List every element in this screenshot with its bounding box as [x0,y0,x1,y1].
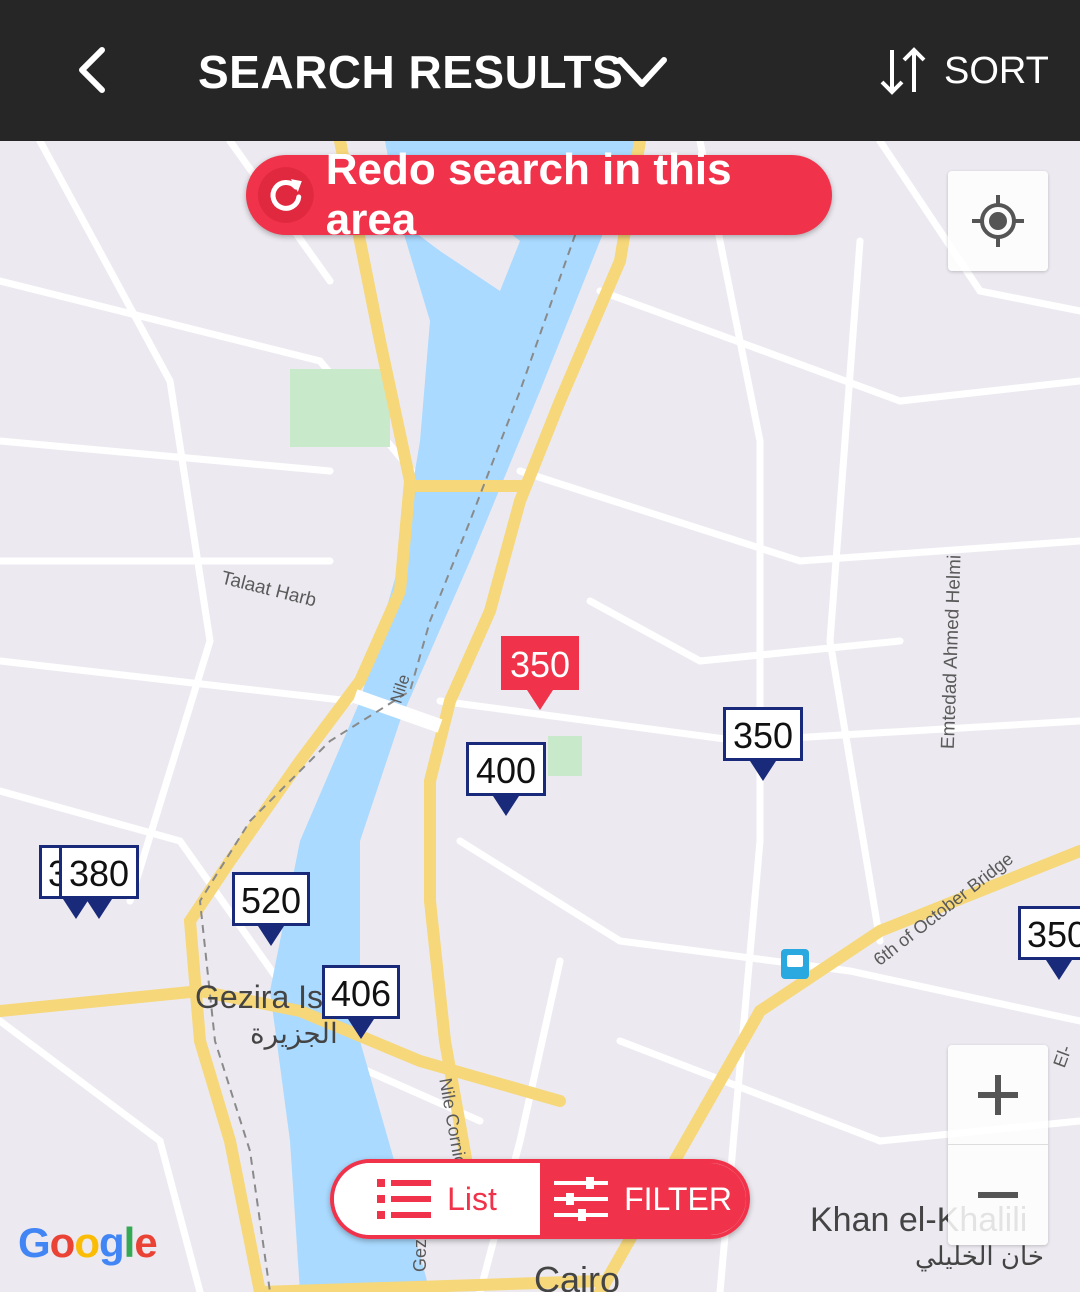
price-marker-label: 406 [322,965,400,1019]
price-marker-label: 350 [723,707,803,761]
map-view[interactable]: Talaat Harb Nile Emtedad Ahmed Helmi 6th… [0,141,1080,1292]
refresh-icon [257,167,314,223]
minus-icon [978,1192,1018,1198]
page-title[interactable]: SEARCH RESULTS [198,45,623,99]
price-marker-label: 380 [59,845,139,899]
my-location-button[interactable] [948,171,1048,271]
filter-label: FILTER [624,1180,732,1217]
list-view-button[interactable]: List [334,1163,540,1235]
price-marker[interactable]: 380 [59,845,139,919]
chevron-down-icon [617,57,667,87]
price-marker-pointer [493,796,519,816]
price-marker-pointer [86,899,112,919]
price-marker-pointer [258,926,284,946]
redo-search-button[interactable]: Redo search in this area [246,145,832,244]
price-marker-pointer [527,690,553,710]
price-marker[interactable]: 350 [1018,906,1080,980]
top-app-bar: SEARCH RESULTS SORT [0,0,1080,141]
zoom-controls [948,1045,1048,1245]
sort-arrows-icon [880,47,926,95]
sort-label: SORT [944,49,1049,92]
price-marker[interactable]: 406 [322,965,400,1039]
chevron-left-icon [79,47,105,93]
price-marker[interactable]: 350 [501,636,579,710]
zoom-out-button[interactable] [948,1145,1048,1245]
price-marker-pointer [348,1019,374,1039]
price-marker-label: 350 [1018,906,1080,960]
price-marker[interactable]: 400 [466,742,546,816]
street-label-gez: Gez [410,1238,431,1273]
my-location-icon [972,195,1024,247]
price-marker-pointer [750,761,776,781]
map-base[interactable] [0,141,1080,1292]
redo-search-label: Redo search in this area [325,145,732,244]
zoom-in-button[interactable] [948,1045,1048,1145]
area-label-khan-ar: خان الخليلي [915,1241,1044,1271]
sort-button[interactable]: SORT [876,44,1049,98]
list-icon [377,1179,432,1219]
price-marker-pointer [1046,960,1072,980]
google-logo: Google [18,1219,158,1266]
filter-button[interactable]: FILTER [540,1163,746,1235]
list-label: List [447,1180,497,1217]
price-marker[interactable]: 520 [232,872,310,946]
price-marker-label: 400 [466,742,546,796]
area-label-cairo: Cairo [534,1259,621,1292]
price-marker[interactable]: 350 [723,707,803,781]
title-dropdown-button[interactable] [612,48,672,98]
area-label-gezira: Gezira Is [195,979,324,1015]
plus-icon [978,1074,1018,1115]
sliders-icon [554,1177,609,1221]
price-marker-label: 350 [501,636,579,690]
back-button[interactable] [62,40,122,100]
price-marker-label: 520 [232,872,310,926]
view-toggle: List FILTER [330,1159,750,1239]
